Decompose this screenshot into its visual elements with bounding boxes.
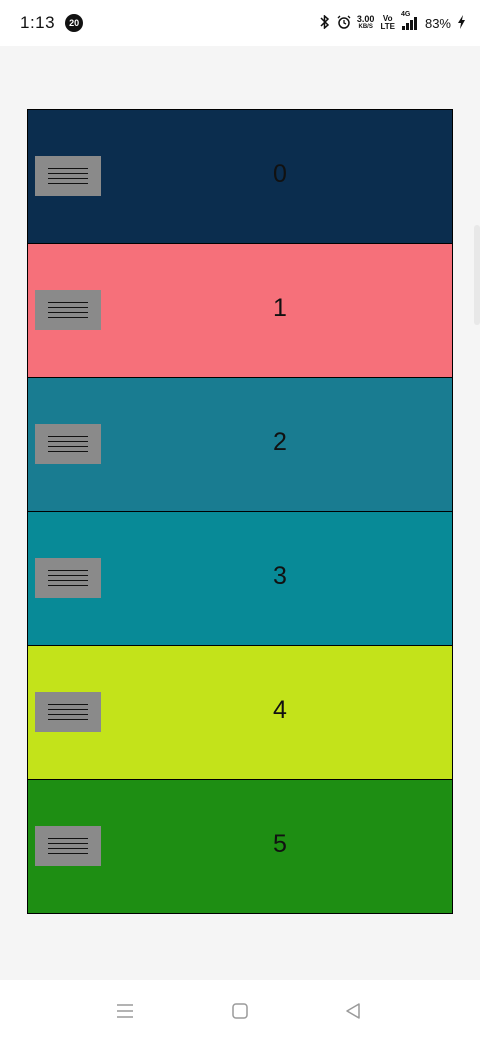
drag-handle-icon[interactable]: [35, 826, 101, 866]
drag-handle-line: [48, 570, 88, 571]
drag-handle-icon[interactable]: [35, 558, 101, 598]
drag-handle-line: [48, 317, 88, 318]
list-item[interactable]: 0: [28, 110, 452, 244]
drag-handle-line: [48, 436, 88, 437]
list-item[interactable]: 1: [28, 244, 452, 378]
status-bar: 1:13 20 3.00 KB/S Vo LTE 4G 83%: [0, 0, 480, 46]
drag-handle-line: [48, 183, 88, 184]
back-button[interactable]: [342, 1000, 364, 1022]
notification-badge: 20: [65, 14, 84, 32]
recents-button[interactable]: [114, 1000, 136, 1022]
charging-icon: [457, 14, 466, 32]
status-time: 1:13: [20, 13, 56, 32]
drag-handle-line: [48, 709, 88, 710]
drag-handle-line: [48, 719, 88, 720]
drag-handle-line: [48, 843, 88, 844]
drag-handle-line: [48, 173, 88, 174]
list-item[interactable]: 2: [28, 378, 452, 512]
drag-handle-icon[interactable]: [35, 692, 101, 732]
drag-handle-line: [48, 451, 88, 452]
home-icon: [232, 1003, 248, 1019]
list-item-label: 1: [273, 294, 287, 322]
signal-icon: 4G: [401, 11, 419, 30]
list-item-label: 0: [273, 160, 287, 188]
drag-handle-line: [48, 704, 88, 705]
drag-handle-line: [48, 302, 88, 303]
drag-handle-line: [48, 575, 88, 576]
edge-scroll-indicator: [474, 225, 480, 325]
drag-handle-line: [48, 312, 88, 313]
network-speed-value: 3.00: [356, 14, 375, 24]
bluetooth-icon: [319, 13, 331, 32]
network-speed: 3.00 KB/S: [357, 15, 375, 31]
list-item-label: 2: [273, 428, 287, 456]
drag-handle-line: [48, 853, 88, 854]
status-right: 3.00 KB/S Vo LTE 4G 83%: [319, 11, 466, 32]
alarm-icon: [337, 15, 351, 32]
drag-handle-icon[interactable]: [35, 424, 101, 464]
back-icon: [346, 1003, 360, 1019]
list-item[interactable]: 4: [28, 646, 452, 780]
drag-handle-line: [48, 178, 88, 179]
navigation-bar: [0, 980, 480, 1040]
volte-indicator: Vo LTE: [380, 15, 395, 31]
list-item-label: 3: [273, 562, 287, 590]
list-item-label: 4: [273, 696, 287, 724]
list-item[interactable]: 3: [28, 512, 452, 646]
network-type: 4G: [400, 11, 411, 18]
drag-handle-line: [48, 714, 88, 715]
list-item[interactable]: 5: [28, 780, 452, 914]
list-item-label: 5: [273, 830, 287, 858]
drag-handle-icon[interactable]: [35, 290, 101, 330]
reorderable-list[interactable]: 0 1 2 3 4 5: [27, 109, 453, 914]
menu-icon: [117, 1004, 133, 1018]
battery-percentage: 83%: [424, 15, 451, 31]
drag-handle-line: [48, 307, 88, 308]
drag-handle-line: [48, 580, 88, 581]
drag-handle-line: [48, 838, 88, 839]
drag-handle-line: [48, 848, 88, 849]
drag-handle-line: [48, 446, 88, 447]
drag-handle-line: [48, 585, 88, 586]
network-speed-unit: KB/S: [358, 24, 373, 30]
volte-bottom: LTE: [380, 22, 395, 31]
status-left: 1:13 20: [20, 13, 84, 33]
drag-handle-icon[interactable]: [35, 156, 101, 196]
drag-handle-line: [48, 168, 88, 169]
home-button[interactable]: [229, 1000, 251, 1022]
drag-handle-line: [48, 441, 88, 442]
